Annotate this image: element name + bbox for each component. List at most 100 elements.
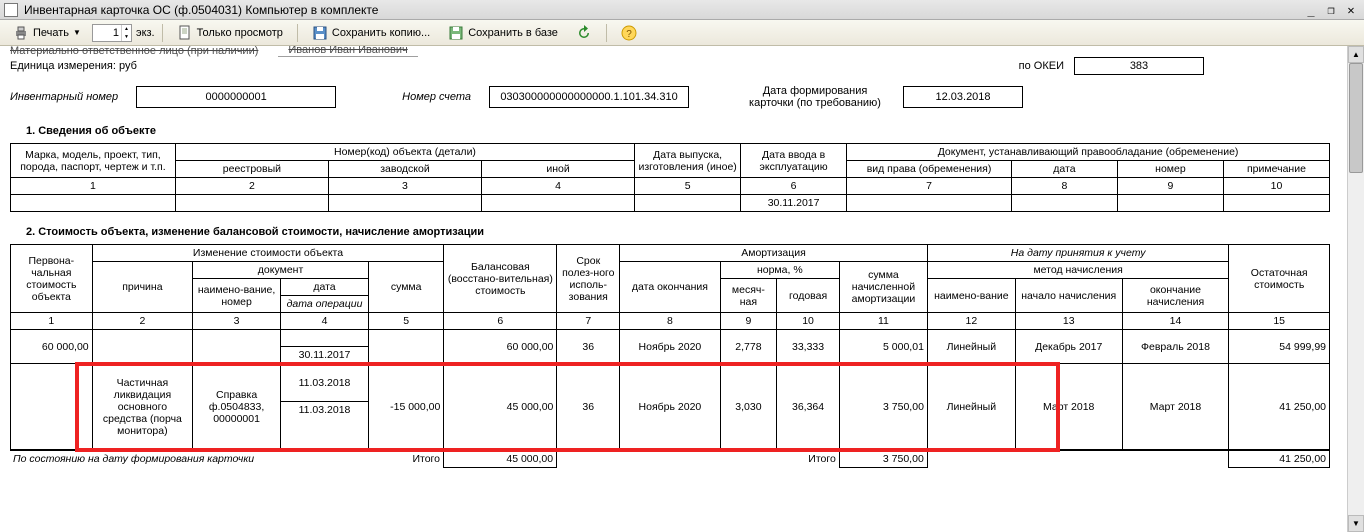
- t2-h-amort: Амортизация: [620, 245, 928, 262]
- unit-label: Единица измерения: руб: [10, 60, 137, 72]
- window-title-bar: Инвентарная карточка ОС (ф.0504031) Комп…: [0, 0, 1364, 20]
- refresh-icon: [576, 25, 592, 41]
- totals-accrued: 3 750,00: [839, 451, 927, 468]
- t1-h1: Марка, модель, проект, тип, порода, пасп…: [11, 144, 176, 178]
- t1-cell: [847, 195, 1012, 212]
- t2-cell: [11, 364, 93, 450]
- t1-col-4: 4: [482, 178, 635, 195]
- section1-title: 1. Сведения об объекте: [26, 125, 1354, 137]
- floppy-icon: [312, 25, 328, 41]
- t2-r1-c6: 60 000,00: [444, 330, 557, 364]
- card-date-label: Дата формирования карточки (по требовани…: [745, 85, 885, 109]
- t1-col-9: 9: [1117, 178, 1223, 195]
- t1-h4: Дата ввода в эксплуатацию: [741, 144, 847, 178]
- t2-r2-c11: 3 750,00: [839, 364, 927, 450]
- t2-r2-c13: Март 2018: [1015, 364, 1122, 450]
- spin-up[interactable]: ▲: [121, 25, 131, 33]
- t2-col: 1: [11, 313, 93, 330]
- t2-col: 15: [1229, 313, 1330, 330]
- t1-col-3: 3: [328, 178, 481, 195]
- copies-unit: экз.: [136, 27, 155, 39]
- acct-value: 030300000000000000.1.101.34.310: [489, 86, 689, 108]
- copies-input[interactable]: 1 ▲▼: [92, 24, 132, 42]
- save-copy-label: Сохранить копию...: [332, 27, 430, 39]
- t2-col: 7: [557, 313, 620, 330]
- t2-r2-c8: Ноябрь 2020: [620, 364, 720, 450]
- t2-r1-c10: 33,333: [777, 330, 840, 364]
- t2-col: 9: [720, 313, 777, 330]
- print-button[interactable]: Печать ▼: [6, 22, 88, 44]
- t2-r1-c15: 54 999,99: [1229, 330, 1330, 364]
- t2-r1-c7: 36: [557, 330, 620, 364]
- t2-h-life: Срок полез-ного исполь-зования: [557, 245, 620, 313]
- t2-h-initial: Первона-чальная стоимость объекта: [11, 245, 93, 313]
- help-button[interactable]: ?: [614, 22, 644, 44]
- scroll-down-button[interactable]: ▼: [1348, 515, 1364, 532]
- view-only-label: Только просмотр: [197, 27, 283, 39]
- t2-h-method-name: наимено-вание: [927, 279, 1015, 313]
- t2-r1-c1: 60 000,00: [11, 330, 93, 364]
- t2-r1-c12: Линейный: [927, 330, 1015, 364]
- t2-r1-c11: 5 000,01: [839, 330, 927, 364]
- t1-cell: [11, 195, 176, 212]
- t2-r2-c6: 45 000,00: [444, 364, 557, 450]
- card-date-value: 12.03.2018: [903, 86, 1023, 108]
- t2-h-change: Изменение стоимости объекта: [92, 245, 444, 262]
- scroll-track[interactable]: [1348, 63, 1364, 515]
- spin-down[interactable]: ▼: [121, 33, 131, 41]
- t2-r2-c4a: 11.03.2018: [281, 364, 369, 402]
- t2-h-doc-name: наимено-вание, номер: [193, 279, 281, 313]
- t2-col: 11: [839, 313, 927, 330]
- t2-r1-c9: 2,778: [720, 330, 777, 364]
- t1-col-8: 8: [1011, 178, 1117, 195]
- t2-h-amort-note: На дату принятия к учету: [927, 245, 1228, 262]
- t2-r1-c14: Февраль 2018: [1122, 330, 1229, 364]
- t2-h-end-date: дата окончания: [620, 262, 720, 313]
- t2-h-doc-date2: дата операции: [281, 296, 369, 313]
- t2-col: 6: [444, 313, 557, 330]
- scroll-thumb[interactable]: [1349, 63, 1363, 173]
- t2-r1-c13: Декабрь 2017: [1015, 330, 1122, 364]
- t1-cell: [328, 195, 481, 212]
- t2-col: 13: [1015, 313, 1122, 330]
- t2-r2-c5: -15 000,00: [368, 364, 443, 450]
- table-object-info: Марка, модель, проект, тип, порода, пасп…: [10, 143, 1330, 212]
- t1-col-6: 6: [741, 178, 847, 195]
- scroll-up-button[interactable]: ▲: [1348, 46, 1364, 63]
- close-button[interactable]: ✕: [1342, 3, 1360, 17]
- view-only-button[interactable]: Только просмотр: [170, 22, 290, 44]
- t2-h-accrued: сумма начисленной амортизации: [839, 262, 927, 313]
- t1-h2c: иной: [482, 161, 635, 178]
- t2-cell: [368, 330, 443, 364]
- t2-h-sum: сумма: [368, 262, 443, 313]
- section2-title: 2. Стоимость объекта, изменение балансов…: [26, 226, 1354, 238]
- t1-h5: Документ, устанавливающий правообладание…: [847, 144, 1330, 161]
- t1-cell: [1223, 195, 1329, 212]
- t2-r2-c9: 3,030: [720, 364, 777, 450]
- t2-r2-c7: 36: [557, 364, 620, 450]
- dropdown-icon: ▼: [73, 28, 81, 37]
- t2-r2-c2: Частичная ликвидация основного средства …: [92, 364, 192, 450]
- vertical-scrollbar[interactable]: ▲ ▼: [1347, 46, 1364, 532]
- help-icon: ?: [621, 25, 637, 41]
- t1-col-7: 7: [847, 178, 1012, 195]
- t1-col-2: 2: [175, 178, 328, 195]
- maximize-button[interactable]: ❐: [1322, 3, 1340, 17]
- t2-col: 5: [368, 313, 443, 330]
- t2-h-method: метод начисления: [927, 262, 1228, 279]
- copies-value: 1: [113, 27, 119, 39]
- t2-col: 14: [1122, 313, 1229, 330]
- responsible-label: Материально ответственное лицо (при нали…: [10, 46, 258, 57]
- t2-h-norm: норма, %: [720, 262, 839, 279]
- t2-h-norm-y: годовая: [777, 279, 840, 313]
- t2-r1-c4date: 30.11.2017: [281, 347, 369, 364]
- minimize-button[interactable]: _: [1302, 3, 1320, 17]
- svg-text:?: ?: [626, 29, 632, 40]
- t2-r2-c3: Справка ф.0504833, 00000001: [193, 364, 281, 450]
- t1-h5d: примечание: [1223, 161, 1329, 178]
- save-db-button[interactable]: Сохранить в базе: [441, 22, 565, 44]
- refresh-button[interactable]: [569, 22, 599, 44]
- document-viewport: Материально ответственное лицо (при нали…: [0, 46, 1364, 532]
- totals-label: По состоянию на дату формирования карточ…: [10, 451, 368, 468]
- save-copy-button[interactable]: Сохранить копию...: [305, 22, 437, 44]
